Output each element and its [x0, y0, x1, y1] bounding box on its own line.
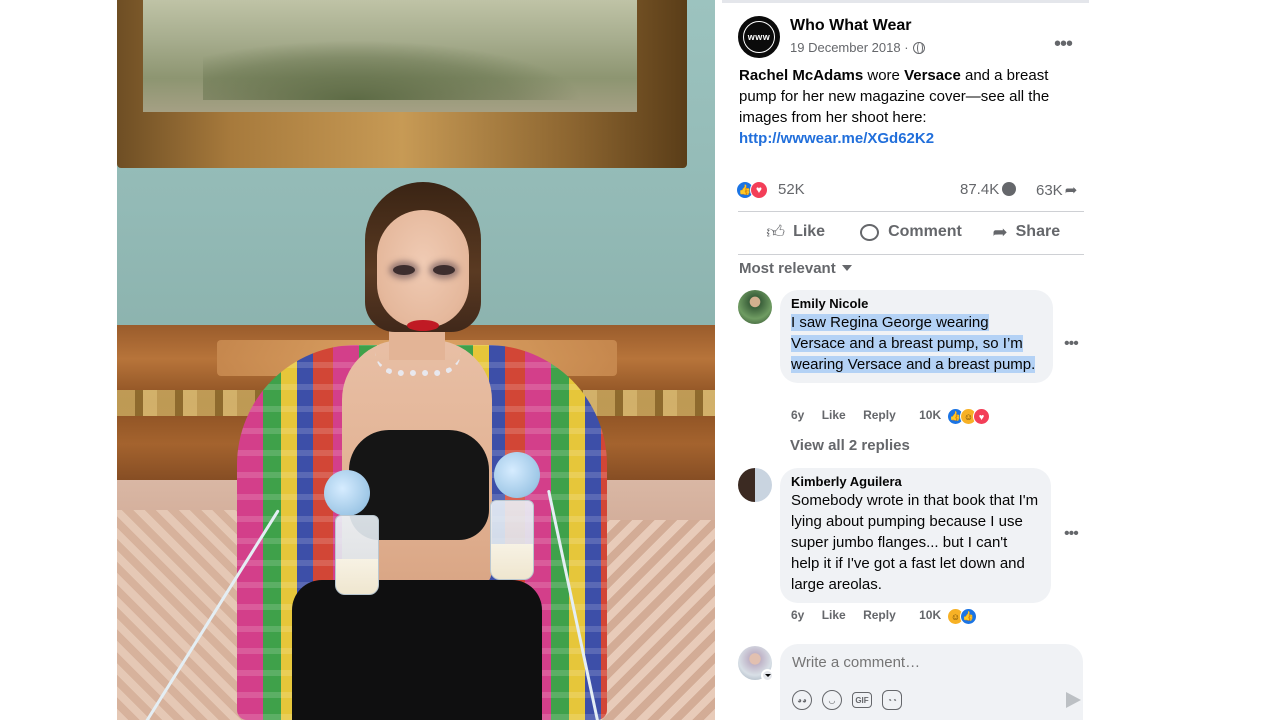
like-button[interactable]: 👍︎ Like — [738, 214, 853, 250]
comment-like-link[interactable]: Like — [822, 408, 846, 422]
sticker-icon[interactable]: ◔◔ — [882, 690, 902, 710]
comment-bubble: Kimberly Aguilera Somebody wrote in that… — [780, 468, 1051, 603]
post-actions: 👍︎ Like Comment ➦ Share — [738, 214, 1084, 250]
love-reaction-icon: ♥ — [973, 408, 990, 425]
love-reaction-icon: ♥ — [750, 181, 768, 199]
photo-face — [377, 210, 469, 328]
comment-button[interactable]: Comment — [853, 214, 968, 250]
photo-pump-flange — [494, 452, 540, 498]
comment-bubble-icon — [1002, 182, 1017, 196]
post-date-text[interactable]: 19 December 2018 — [790, 40, 901, 55]
send-icon[interactable] — [1066, 692, 1081, 708]
comment-like-link[interactable]: Like — [822, 608, 846, 622]
thumbs-up-icon: 👍︎ — [766, 222, 786, 242]
comment-reply-link[interactable]: Reply — [863, 408, 896, 422]
gif-icon[interactable]: GIF — [852, 692, 872, 708]
comment-text: Somebody wrote in that book that I'm lyi… — [791, 492, 1039, 593]
post-caption: Rachel McAdams wore Versace and a breast… — [739, 67, 1050, 147]
photo-painting — [143, 0, 637, 112]
comment-composer: ◕◕ ◡ GIF ◔◔ — [738, 644, 1088, 720]
photo-pump-bottle — [335, 515, 379, 595]
share-icon: ➦ — [992, 221, 1008, 242]
caption-brand-link[interactable]: Versace — [904, 67, 961, 84]
share-button[interactable]: ➦ Share — [969, 214, 1084, 250]
share-arrow-icon: ➦ — [1064, 182, 1078, 199]
globe-icon — [912, 42, 925, 54]
profile-switch-caret-icon[interactable] — [761, 669, 774, 682]
avatar-sticker-icon[interactable]: ◕◕ — [792, 690, 812, 710]
comment-text: I saw Regina George wearing Versace and … — [791, 314, 1036, 373]
comment-sort-dropdown[interactable]: Most relevant — [739, 260, 852, 277]
shares-count[interactable]: 63K ➦ — [1036, 181, 1077, 199]
comment-options-icon[interactable]: ••• — [1064, 525, 1079, 543]
commenter-name[interactable]: Emily Nicole — [791, 296, 1041, 312]
emoji-icon[interactable]: ◡ — [822, 690, 842, 710]
caret-down-icon — [841, 265, 852, 271]
post-date[interactable]: 19 December 2018 · — [790, 40, 925, 55]
comment-age[interactable]: 6y — [791, 408, 804, 422]
divider — [738, 211, 1084, 212]
commenter-name[interactable]: Kimberly Aguilera — [791, 474, 1039, 490]
comment-input[interactable] — [792, 654, 1062, 671]
photo-painting-frame — [117, 0, 687, 168]
comment-meta: 6y Like Reply 10K ☺ 👍 — [791, 608, 977, 625]
page-name[interactable]: Who What Wear — [790, 17, 911, 35]
comment-options-icon[interactable]: ••• — [1064, 335, 1079, 353]
photo-pump-flange — [324, 470, 370, 516]
commenter-avatar[interactable] — [738, 290, 772, 324]
view-replies-link[interactable]: View all 2 replies — [790, 437, 910, 454]
comment-age[interactable]: 6y — [791, 608, 804, 622]
caption-name-link[interactable]: Rachel McAdams — [739, 67, 863, 84]
caption-url-link[interactable]: http://wwwear.me/XGd62K2 — [739, 130, 934, 147]
divider — [738, 254, 1084, 255]
reactions-count[interactable]: 52K — [778, 181, 805, 198]
comment-reaction-count[interactable]: 10K — [919, 408, 941, 422]
comment-meta: 6y Like Reply 10K 👍 ☺ ♥ — [791, 408, 990, 425]
comment-reaction-count[interactable]: 10K — [919, 608, 941, 622]
post-photo[interactable] — [117, 0, 715, 720]
photo-pump-bottle — [490, 500, 534, 580]
comment-reply-link[interactable]: Reply — [863, 608, 896, 622]
comments-count[interactable]: 87.4K — [960, 181, 1017, 198]
composer-tools: ◕◕ ◡ GIF ◔◔ — [792, 690, 902, 710]
post-stats: 👍 ♥ 52K 87.4K 63K ➦ — [736, 179, 1086, 201]
post-panel: www Who What Wear 19 December 2018 · •••… — [722, 0, 1089, 720]
comment-composer-box: ◕◕ ◡ GIF ◔◔ — [780, 644, 1083, 720]
commenter-avatar[interactable] — [738, 468, 772, 502]
more-options-icon[interactable]: ••• — [1054, 34, 1073, 54]
comment-bubble: Emily Nicole I saw Regina George wearing… — [780, 290, 1053, 383]
photo-necklace — [375, 352, 461, 376]
page-avatar[interactable]: www — [738, 16, 780, 58]
like-reaction-icon: 👍 — [960, 608, 977, 625]
post-header: www Who What Wear 19 December 2018 · ••• — [738, 16, 1078, 60]
comment-icon — [860, 223, 880, 241]
